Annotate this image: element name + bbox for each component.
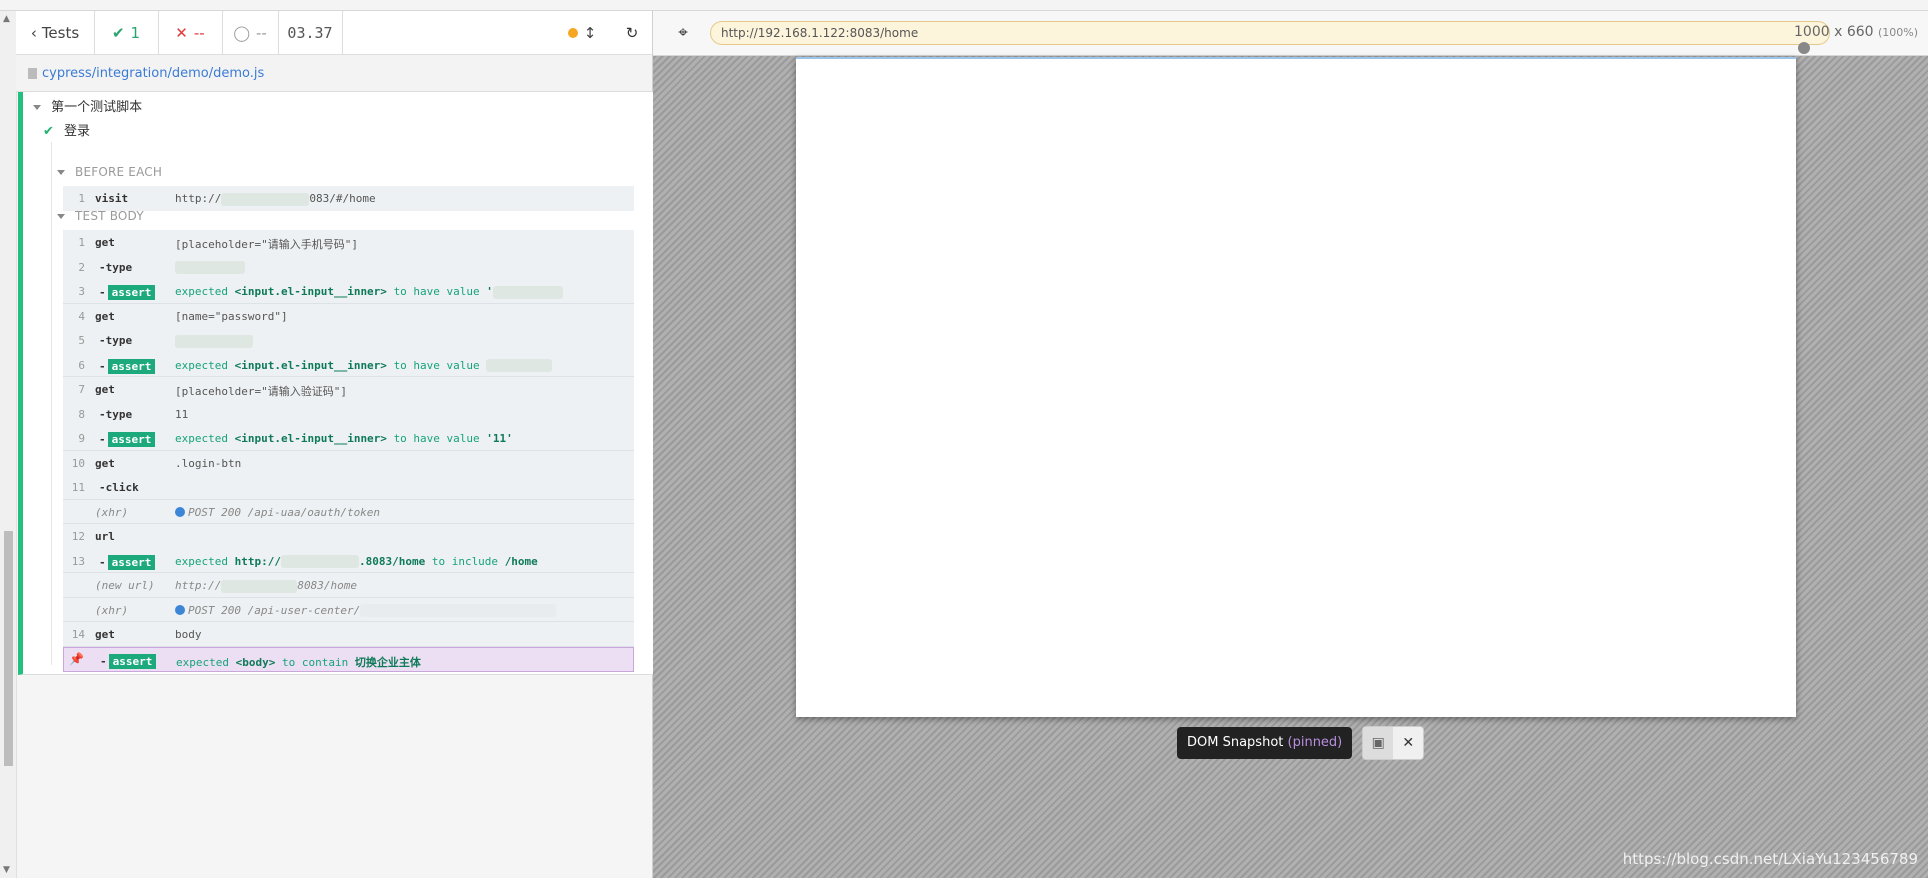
scroll-down-arrow[interactable]: ▼ [3,865,10,875]
circle-notch-icon: ◯ [233,23,250,42]
failed-count: ✕ -- [158,11,223,54]
snapshot-buttons: ▣ ✕ [1362,726,1425,760]
scrollbar-thumb[interactable] [4,531,13,766]
scroll-up-arrow[interactable]: ▲ [3,14,10,24]
suite-title[interactable]: 第一个测试脚本 [33,96,142,115]
file-icon [28,67,37,79]
command-row[interactable]: 1 get [placeholder="请输入手机号码"] [63,230,634,255]
crosshairs-icon: ⌖ [678,23,688,43]
hook-test-body[interactable]: TEST BODY [57,209,144,223]
check-icon: ✔ [111,23,125,42]
redo-icon: ↻ [625,23,639,42]
runnable-suite: 第一个测试脚本 ✔ 登录 BEFORE EACH 1 visit http://… [18,92,657,675]
command-row[interactable]: 7 get [placeholder="请输入验证码"] [63,377,634,402]
spec-bar: cypress/integration/demo/demo.js [16,55,652,92]
command-row[interactable]: 5 -type [63,328,634,353]
close-icon: ✕ [1402,735,1415,751]
duration: 03.37 [278,11,343,54]
hook-before-each[interactable]: BEFORE EACH [57,165,162,179]
command-row[interactable]: 8 -type 11 [63,402,634,427]
xhr-event-row[interactable]: (xhr) POST 200 /api-user-center/ [63,598,634,622]
command-row[interactable]: 13 - assert expected http://.8083/home to… [63,549,634,573]
xhr-indicator-icon [175,506,185,517]
caret-down-icon [33,105,41,110]
command-row[interactable]: 6 - assert expected <input.el-input__inne… [63,353,634,377]
running-indicator-icon [567,27,578,38]
assert-badge: assert [107,554,156,570]
hook-divider [51,142,52,665]
command-row[interactable]: 14 get body [63,622,634,647]
command-row[interactable]: 12 url [63,524,634,549]
info-icon [1798,42,1810,54]
watermark: https://blog.csdn.net/LXiaYu123456789 [1622,850,1918,868]
passed-count: ✔ 1 [94,11,159,54]
reporter-scrollbar[interactable]: ▲ ▼ [0,11,17,878]
spec-path[interactable]: cypress/integration/demo/demo.js [42,66,264,81]
url-bar[interactable]: http://192.168.1.122:8083/home [710,21,1830,45]
command-row[interactable]: 4 get [name="password"] [63,304,634,329]
arrows-vertical-icon: ↕ [583,23,597,42]
image-icon: ▣ [1371,735,1385,751]
check-icon: ✔ [43,124,54,139]
top-strip [0,0,1928,11]
test-body-commands: 1 get [placeholder="请输入手机号码"] 2 -type 3 -a… [63,230,634,672]
tests-button[interactable]: ‹ Tests [16,11,95,54]
command-row[interactable]: 11 -click [63,475,634,500]
command-row[interactable]: 1 visit http://083/#/home [63,186,634,211]
command-row-pinned[interactable]: 📌 - assert expected <body> to contain 切换企… [63,646,634,672]
tests-label: Tests [41,23,80,42]
highlight-toggle-button[interactable]: ▣ [1363,727,1394,759]
pin-icon: 📌 [69,651,84,666]
restart-button[interactable]: ↻ [612,11,652,54]
aut-panel: ⌖ http://192.168.1.122:8083/home 1000 x … [653,11,1928,878]
stats-bar: ‹ Tests ✔ 1 ✕ -- ◯ -- 03.37 ↕ ↻ [16,11,652,55]
caret-down-icon [57,170,65,175]
assert-badge: assert [107,285,156,300]
x-icon: ✕ [175,23,188,42]
assert-badge: assert [108,653,157,669]
aut-header: ⌖ http://192.168.1.122:8083/home 1000 x … [653,11,1928,56]
pending-count: ◯ -- [222,11,279,54]
before-each-commands: 1 visit http://083/#/home [63,186,634,211]
assert-badge: assert [107,432,156,447]
caret-down-icon [57,214,65,219]
test-title[interactable]: ✔ 登录 [43,120,90,139]
selector-playground-button[interactable]: ⌖ [663,11,703,55]
reporter-panel: ▲ ▼ ‹ Tests ✔ 1 ✕ -- ◯ -- 03.37 ↕ ↻ cypr… [0,11,657,878]
chevron-left-icon: ‹ [30,23,37,42]
xhr-event-row[interactable]: (xhr) POST 200 /api-uaa/oauth/token [63,500,634,524]
command-message: http://083/#/home [175,192,376,206]
command-row[interactable]: 2 -type [63,255,634,280]
command-row[interactable]: 3 - assert expected <input.el-input__inne… [63,279,634,304]
unpin-close-button[interactable]: ✕ [1393,727,1423,759]
assert-badge: assert [107,358,156,374]
command-row[interactable]: 10 get .login-btn [63,451,634,476]
command-row[interactable]: 9 - assert expected <input.el-input__inne… [63,426,634,451]
snapshot-label: DOM Snapshot (pinned) [1177,727,1353,759]
xhr-indicator-icon [175,604,185,615]
dom-snapshot-controls: DOM Snapshot (pinned) ▣ ✕ [1177,726,1425,760]
viewport-info[interactable]: 1000 x 660 (100%) [1794,24,1928,56]
app-iframe[interactable] [796,57,1796,717]
auto-scroll-toggle[interactable]: ↕ [562,11,602,54]
new-url-event-row[interactable]: (new url) http://8083/home [63,573,634,598]
